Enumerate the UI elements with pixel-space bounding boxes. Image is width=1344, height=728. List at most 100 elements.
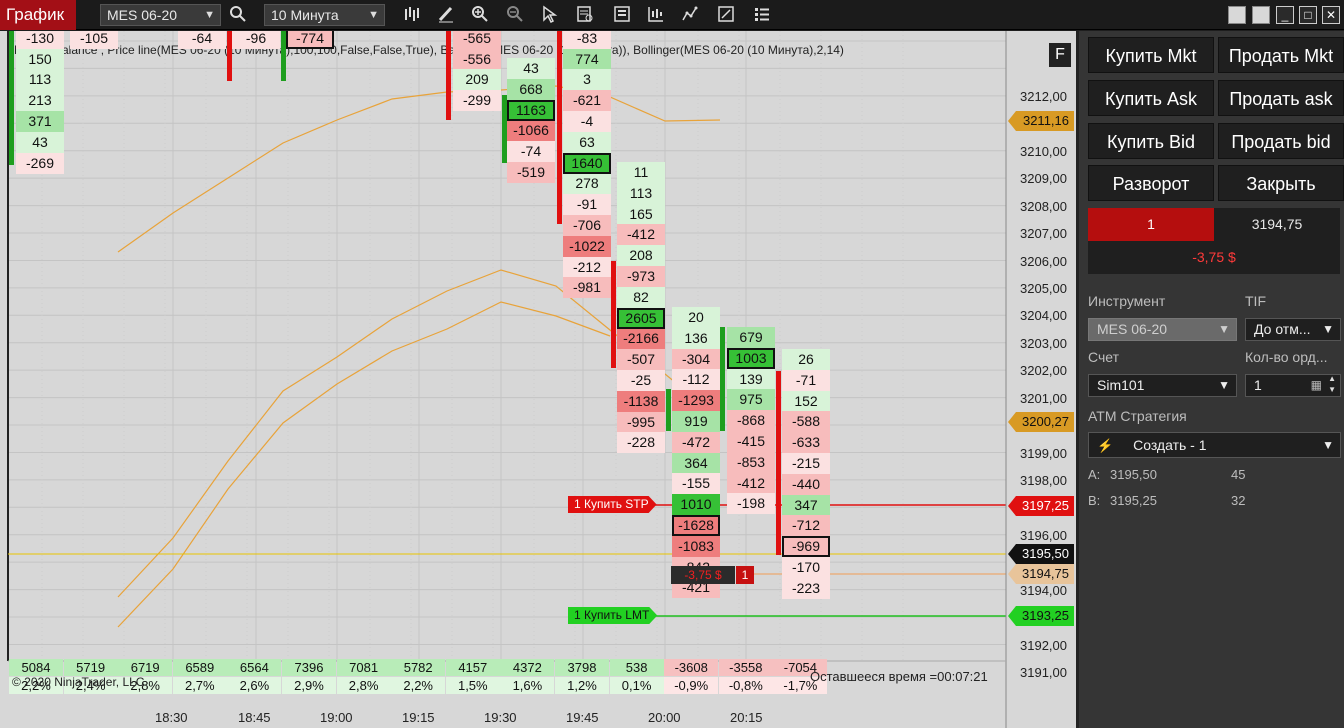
toolbar: График MES 06-20 ▼ 10 Минута ▼ _ □ ✕ <box>0 0 1344 30</box>
footprint-cell: -1138 <box>617 390 665 412</box>
search-icon[interactable] <box>228 5 248 25</box>
tif-label: TIF <box>1245 293 1266 309</box>
chevron-down-icon: ▼ <box>1322 322 1334 336</box>
footprint-cell: -170 <box>782 557 830 578</box>
instrument-selector[interactable]: MES 06-20 ▼ <box>100 4 221 26</box>
instrument-selector-value: MES 06-20 <box>107 7 178 23</box>
footprint-cell: 774 <box>563 48 611 70</box>
footprint-cell: -155 <box>672 473 720 495</box>
footprint-cell: 975 <box>727 389 775 411</box>
calculator-icon[interactable]: ▦ <box>1311 375 1322 396</box>
chevron-down-icon: ▼ <box>1322 438 1334 452</box>
summary-percent-cell: 0,1% <box>609 677 664 694</box>
buy-bid-button[interactable]: Купить Bid <box>1088 123 1214 159</box>
footprint-cell: -130 <box>16 31 64 49</box>
footprint-cell: 26 <box>782 349 830 370</box>
sell-ask-button[interactable]: Продать ask <box>1218 80 1344 116</box>
data-box-icon[interactable] <box>575 5 595 25</box>
summary-percent-cell: -0,8% <box>718 677 773 694</box>
ask-price: 3195,50 <box>1110 467 1157 482</box>
atm-strategy-label: ATM Стратегия <box>1088 408 1187 424</box>
summary-delta-cell: 5084 <box>9 659 63 676</box>
footprint-cell: 668 <box>507 78 555 100</box>
limit-order-label[interactable]: 1 Купить LMT <box>568 607 657 624</box>
footprint-cell: -1628 <box>672 515 720 536</box>
chart-panel[interactable]: Market Balance , Price line(MES 06-20 (1… <box>0 31 1076 728</box>
footprint-cell: 150 <box>16 48 64 70</box>
atm-strategy-select[interactable]: ⚡ Создать - 1 ▼ <box>1088 432 1341 458</box>
interval-selector-value: 10 Минута <box>271 7 339 23</box>
position-quantity: 1 <box>1088 208 1214 241</box>
position-pnl-label[interactable]: -3,75 $ <box>671 566 735 584</box>
limit-order-price-tag: 3193,25 <box>1008 606 1074 626</box>
bid-price: 3195,25 <box>1110 493 1157 508</box>
footprint-cell: -4 <box>563 111 611 132</box>
tif-select[interactable]: До отм... ▼ <box>1245 318 1341 341</box>
properties-icon[interactable] <box>612 5 632 25</box>
footprint-cell: 139 <box>727 368 775 390</box>
quantity-stepper[interactable]: 1 ▦ ▲ ▼ <box>1245 374 1341 397</box>
footprint-cell: 1163 <box>507 99 555 121</box>
time-axis-label: 18:30 <box>155 710 188 725</box>
templates-icon[interactable] <box>752 5 772 25</box>
footprint-cell: 1010 <box>672 494 720 516</box>
strategies-icon[interactable] <box>680 5 700 25</box>
footprint-cell: 213 <box>16 90 64 112</box>
footprint-cell: 364 <box>672 452 720 474</box>
close-position-button[interactable]: Закрыть <box>1218 165 1344 201</box>
tif-select-value: До отм... <box>1254 321 1311 337</box>
footprint-cell: -519 <box>507 162 555 183</box>
zoom-out-icon[interactable] <box>505 5 525 25</box>
footprint-cell: -299 <box>453 90 501 112</box>
footprint-cell: 113 <box>16 69 64 91</box>
sell-market-button[interactable]: Продать Mkt <box>1218 37 1344 73</box>
sell-bid-button[interactable]: Продать bid <box>1218 123 1344 159</box>
instrument-label: Инструмент <box>1088 293 1166 309</box>
footprint-cell: -995 <box>617 411 665 433</box>
summary-delta-cell: 4157 <box>445 659 500 676</box>
f-button[interactable]: F <box>1049 43 1071 67</box>
footprint-cell: -1083 <box>672 535 720 557</box>
ninjatrader-chart-window: График MES 06-20 ▼ 10 Минута ▼ _ □ ✕ Mar… <box>0 0 1344 728</box>
footprint-cell: -774 <box>286 31 334 49</box>
minimize-icon[interactable]: _ <box>1276 6 1294 24</box>
summary-delta-cell: 4372 <box>500 659 555 676</box>
account-select[interactable]: Sim101 ▼ <box>1088 374 1237 397</box>
footprint-cell: -588 <box>782 411 830 433</box>
footprint-cell: 347 <box>782 494 830 516</box>
close-icon[interactable]: ✕ <box>1322 6 1340 24</box>
position-average-price: 3194,75 <box>1214 208 1340 241</box>
indicators-icon[interactable] <box>716 5 736 25</box>
bar-type-icon[interactable] <box>402 5 422 25</box>
summary-percent-cell: 1,5% <box>445 677 500 694</box>
footprint-cell: 278 <box>563 173 611 195</box>
interval-selector[interactable]: 10 Минута ▼ <box>264 4 385 26</box>
footprint-cell: -198 <box>727 493 775 515</box>
copyright: © 2020 NinjaTrader, LLC <box>12 675 145 689</box>
maximize-icon[interactable]: □ <box>1299 6 1317 24</box>
chart-trader-icon[interactable] <box>646 5 666 25</box>
down-bar <box>611 261 616 368</box>
footprint-cell: 113 <box>617 182 665 204</box>
footprint-cell: 1003 <box>727 347 775 369</box>
window-group-button[interactable] <box>1228 6 1246 24</box>
ask-size: 45 <box>1231 467 1246 482</box>
account-select-value: Sim101 <box>1097 377 1145 393</box>
position-qty-label[interactable]: 1 <box>736 566 754 584</box>
position-pnl: -3,75 $ <box>1088 241 1340 274</box>
price-axis-label: 3199,00 <box>1020 445 1067 461</box>
buy-market-button[interactable]: Купить Mkt <box>1088 37 1214 73</box>
stop-order-label[interactable]: 1 Купить STP <box>568 496 657 513</box>
pointer-icon[interactable] <box>539 5 559 25</box>
window-group-button-2[interactable] <box>1252 6 1270 24</box>
stepper-arrows-icon[interactable]: ▲ ▼ <box>1328 373 1336 395</box>
time-axis-label: 20:00 <box>648 710 681 725</box>
draw-icon[interactable] <box>436 5 456 25</box>
footprint-cell: 371 <box>16 111 64 132</box>
zoom-in-icon[interactable] <box>470 5 490 25</box>
app-title[interactable]: График <box>0 0 76 30</box>
buy-ask-button[interactable]: Купить Ask <box>1088 80 1214 116</box>
time-axis-label: 19:00 <box>320 710 353 725</box>
bar-timer: Оставшееся время =00:07:21 <box>810 669 988 684</box>
reverse-button[interactable]: Разворот <box>1088 165 1214 201</box>
